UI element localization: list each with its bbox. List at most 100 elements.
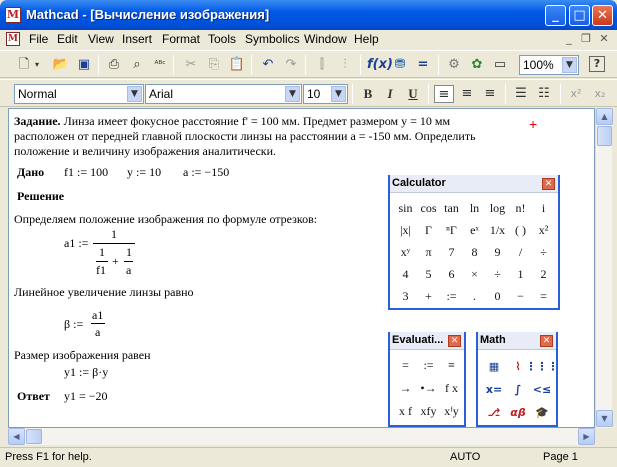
chevron-down-icon[interactable]: ▼ — [331, 86, 346, 102]
programming-toolbar-icon[interactable]: ⎇ — [483, 401, 505, 423]
calculator-key[interactable]: 7 — [440, 241, 463, 263]
insert-function-icon[interactable]: f(x) — [367, 56, 393, 74]
menu-help[interactable]: Help — [354, 32, 379, 46]
align-center-icon[interactable]: ≡ — [457, 85, 477, 103]
horizontal-scrollbar[interactable]: ◀ ▶ — [8, 428, 595, 445]
calculator-key[interactable]: i — [532, 197, 555, 219]
align-left-icon[interactable]: ≡ — [434, 85, 454, 103]
calculator-key[interactable]: 2 — [532, 263, 555, 285]
mdi-minimize-icon[interactable]: _ — [561, 32, 577, 46]
calculator-key[interactable]: |x| — [394, 219, 417, 241]
calculator-palette[interactable]: Calculator ✕ sin cos tan ln log n! i |x| ΓⁿΓ eˣ 1/… — [388, 175, 560, 310]
calculator-key[interactable]: ( ) — [509, 219, 532, 241]
mdi-restore-icon[interactable]: ❐ — [578, 32, 594, 46]
spell-check-icon[interactable]: ᴬᴮᶜ — [150, 56, 170, 74]
minimize-button[interactable]: _ — [545, 5, 566, 26]
evaluation-key[interactable]: x f — [394, 400, 417, 423]
evaluation-toolbar-icon[interactable]: x= — [483, 378, 505, 400]
calculator-key[interactable]: − — [509, 285, 532, 307]
calculator-key[interactable]: + — [417, 285, 440, 307]
matrix-toolbar-icon[interactable]: ⋮⋮⋮ — [526, 355, 559, 377]
chevron-down-icon[interactable]: ▼ — [562, 57, 577, 73]
calculator-key[interactable]: eˣ — [463, 219, 486, 241]
y1-result[interactable]: y1 = −20 — [64, 389, 108, 404]
chevron-down-icon[interactable]: ▼ — [285, 86, 300, 102]
scroll-left-icon[interactable]: ◀ — [8, 428, 25, 445]
evaluation-key[interactable]: = — [394, 354, 417, 377]
evaluation-key[interactable]: → — [394, 377, 417, 400]
bullets-icon[interactable]: ☰ — [511, 85, 531, 103]
evaluation-key[interactable]: xᶠy — [440, 400, 463, 423]
new-dropdown-icon[interactable]: ▾ — [32, 56, 42, 74]
menu-view[interactable]: View — [88, 32, 114, 46]
font-size-select[interactable]: 10 ▼ — [303, 84, 348, 104]
greek-toolbar-icon[interactable]: αβ — [507, 401, 529, 423]
calculator-key[interactable]: . — [463, 285, 486, 307]
boolean-toolbar-icon[interactable]: <≤ — [531, 378, 553, 400]
calculator-key[interactable]: := — [440, 285, 463, 307]
numbering-icon[interactable]: ☷ — [534, 85, 554, 103]
close-icon[interactable]: ✕ — [448, 335, 461, 347]
new-document-icon[interactable]: 🗋 — [14, 56, 34, 74]
calculator-key[interactable]: × — [463, 263, 486, 285]
zoom-select[interactable]: 100% ▼ — [519, 55, 579, 75]
calculator-key[interactable]: ⁿΓ — [440, 219, 463, 241]
undo-icon[interactable]: ↶ — [258, 56, 278, 74]
align-down-icon[interactable]: ⫶ — [335, 56, 355, 74]
paste-icon[interactable]: 📋 — [227, 56, 247, 74]
insert-unit-icon[interactable]: ⛃ — [390, 56, 410, 74]
calculator-key[interactable]: log — [486, 197, 509, 219]
calculator-key[interactable]: cos — [417, 197, 440, 219]
mdi-close-icon[interactable]: ✕ — [596, 32, 612, 46]
menu-file[interactable]: File — [29, 32, 48, 46]
save-icon[interactable]: ▣ — [74, 56, 94, 74]
close-icon[interactable]: ✕ — [542, 178, 555, 190]
evaluation-key[interactable]: ≡ — [440, 354, 463, 377]
calculator-key[interactable]: 9 — [486, 241, 509, 263]
font-select[interactable]: Arial ▼ — [145, 84, 302, 104]
calculator-key[interactable]: xʸ — [394, 241, 417, 263]
calculator-toolbar-icon[interactable]: ▦ — [483, 355, 505, 377]
calculator-key[interactable]: sin — [394, 197, 417, 219]
math-palette[interactable]: Math ✕ ▦ ⌇ ⋮⋮⋮ x= ∫ <≤ ⎇ αβ 🎓 — [476, 332, 559, 427]
calculate-icon[interactable]: = — [413, 56, 433, 74]
resource-center-icon[interactable]: ✿ — [467, 56, 487, 74]
open-folder-icon[interactable]: 📂 — [51, 56, 71, 74]
scroll-down-icon[interactable]: ▼ — [596, 410, 613, 427]
menu-insert[interactable]: Insert — [122, 32, 152, 46]
calculator-key[interactable]: 6 — [440, 263, 463, 285]
scroll-right-icon[interactable]: ▶ — [578, 428, 595, 445]
close-icon[interactable]: ✕ — [540, 335, 553, 347]
f1-definition[interactable]: f1 := 100 — [64, 165, 108, 180]
evaluation-palette[interactable]: Evaluati... ✕ =:= ≡ → •→ f xx f xfy xᶠy — [388, 332, 466, 427]
a-definition[interactable]: a := −150 — [183, 165, 229, 180]
menu-format[interactable]: Format — [162, 32, 200, 46]
copy-icon[interactable]: ⎘ — [204, 56, 224, 74]
calculator-key[interactable]: tan — [440, 197, 463, 219]
mathcad-app-icon[interactable]: M — [5, 7, 21, 23]
print-preview-icon[interactable]: ⌕ — [127, 56, 147, 74]
horizontal-scroll-thumb[interactable] — [26, 429, 42, 444]
calculator-key[interactable]: π — [417, 241, 440, 263]
evaluation-key[interactable]: := — [417, 354, 440, 377]
symbolic-toolbar-icon[interactable]: 🎓 — [531, 401, 553, 423]
calculator-key[interactable]: ln — [463, 197, 486, 219]
evaluation-key[interactable]: f x — [440, 377, 463, 400]
calculator-key[interactable]: n! — [509, 197, 532, 219]
calculus-toolbar-icon[interactable]: ∫ — [507, 378, 529, 400]
document-icon[interactable]: M — [6, 32, 20, 46]
calculator-key[interactable]: 0 — [486, 285, 509, 307]
bold-icon[interactable]: B — [358, 85, 378, 103]
vertical-scroll-thumb[interactable] — [597, 126, 612, 146]
calculator-key[interactable]: / — [509, 241, 532, 263]
worksheet[interactable]: Задание. Линза имеет фокусное расстояние… — [8, 108, 595, 428]
subscript-icon[interactable]: x₂ — [590, 85, 610, 103]
scroll-up-icon[interactable]: ▲ — [596, 108, 613, 125]
menu-symbolics[interactable]: Symbolics — [245, 32, 300, 46]
menu-tools[interactable]: Tools — [208, 32, 236, 46]
help-icon[interactable]: ? — [589, 56, 605, 72]
calculator-key[interactable]: Γ — [417, 219, 440, 241]
evaluation-key[interactable]: •→ — [417, 377, 440, 400]
y1-definition[interactable]: y1 := β·y — [64, 365, 108, 380]
print-icon[interactable]: ⎙ — [104, 56, 124, 74]
